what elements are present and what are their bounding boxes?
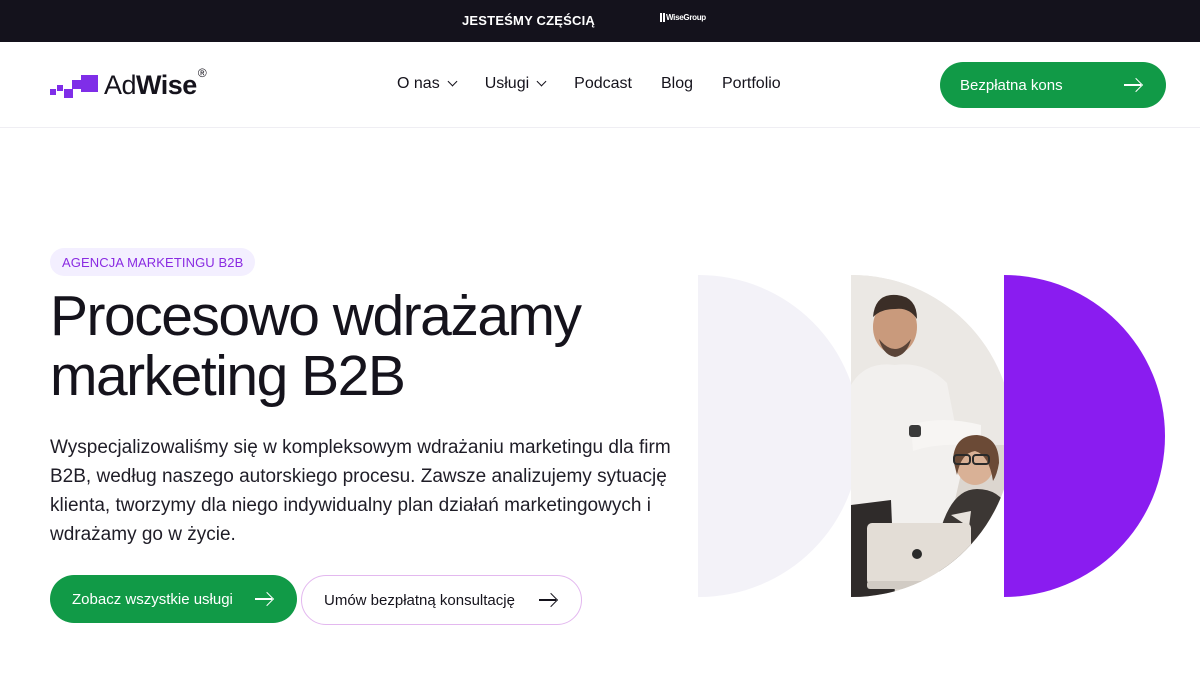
decorative-light-half-circle: [698, 275, 860, 597]
nav-item-portfolio[interactable]: Portfolio: [722, 75, 781, 93]
wisegroup-logo-text: WiseGroup: [666, 13, 706, 22]
top-announcement-bar: JESTEŚMY CZĘŚCIĄ WiseGroup: [0, 0, 1200, 42]
adwise-logo-mark-icon: [50, 71, 100, 101]
wisegroup-logo-mark: [660, 13, 665, 22]
adwise-logo[interactable]: AdWise®: [50, 66, 207, 101]
arrow-right-icon: [539, 592, 559, 608]
logo-wordmark: AdWise®: [104, 66, 207, 100]
topbar-text: JESTEŚMY CZĘŚCIĄ: [462, 13, 595, 28]
team-photo-illustration: [851, 275, 1013, 597]
main-nav: O nas Usługi Podcast Blog Portfolio: [397, 75, 810, 93]
chevron-down-icon: [447, 76, 458, 87]
chevron-down-icon: [536, 76, 547, 87]
hero-title: Procesowo wdrażamy marketing B2B: [50, 286, 690, 406]
arrow-right-icon: [1124, 77, 1144, 93]
hero-title-line-2: marketing B2B: [50, 344, 406, 408]
category-badge: AGENCJA MARKETINGU B2B: [50, 248, 256, 276]
free-consultation-button[interactable]: Bezpłatna kons: [940, 62, 1166, 108]
nav-item-blog[interactable]: Blog: [661, 75, 693, 93]
nav-item-uslugi[interactable]: Usługi: [485, 75, 547, 93]
decorative-purple-half-circle: [1004, 275, 1165, 597]
wisegroup-logo[interactable]: WiseGroup: [660, 13, 706, 22]
free-consultation-label: Bezpłatna kons: [960, 76, 1063, 94]
team-photo: [851, 275, 1013, 597]
site-header: AdWise® O nas Usługi Podcast Blog Portfo…: [0, 42, 1200, 128]
book-consultation-label: Umów bezpłatną konsultację: [324, 591, 515, 609]
arrow-right-icon: [255, 591, 275, 607]
nav-item-podcast[interactable]: Podcast: [574, 75, 632, 93]
see-all-services-label: Zobacz wszystkie usługi: [72, 590, 233, 608]
hero-description: Wyspecjalizowaliśmy się w kompleksowym w…: [50, 437, 671, 545]
hero-title-line-1: Procesowo wdrażamy: [50, 284, 582, 348]
nav-item-o-nas[interactable]: O nas: [397, 75, 458, 93]
see-all-services-button[interactable]: Zobacz wszystkie usługi: [50, 575, 297, 623]
book-consultation-button[interactable]: Umów bezpłatną konsultację: [301, 575, 582, 625]
